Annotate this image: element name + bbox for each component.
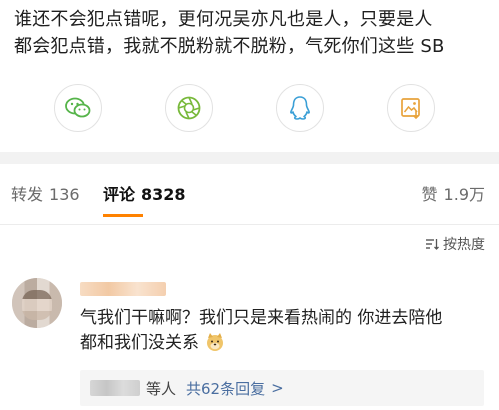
tab-like[interactable]: 赞 1.9万 xyxy=(422,184,485,206)
qq-icon xyxy=(290,96,310,120)
view-replies-button[interactable]: 等人 共62条回复 > xyxy=(80,370,484,406)
sort-by-hot-button[interactable]: 按热度 xyxy=(425,234,485,254)
tab-like-count: 1.9万 xyxy=(443,185,485,204)
comment-text-line: 气我们干嘛啊？我们只是来看热闹的 你进去陪他 xyxy=(80,308,443,328)
share-row xyxy=(0,84,499,132)
reply-count: 共62条回复 xyxy=(186,379,266,398)
comment-text-line: 都和我们没关系 xyxy=(80,333,199,353)
reply-text: 等人 xyxy=(146,379,177,398)
post-text-line: 谁还不会犯点错呢，更何况吴亦凡也是人，只要是人 xyxy=(14,9,433,30)
avatar[interactable] xyxy=(12,278,62,328)
share-save-image-button[interactable] xyxy=(387,84,435,132)
tab-repost[interactable]: 转发 136 xyxy=(11,184,80,206)
chevron-right-icon: > xyxy=(271,379,284,397)
tab-repost-count: 136 xyxy=(49,185,80,204)
share-moments-button[interactable] xyxy=(165,84,213,132)
sort-icon xyxy=(426,239,439,250)
commenter-name-redacted[interactable] xyxy=(80,282,166,296)
tab-like-label: 赞 xyxy=(421,185,438,204)
interaction-tabs: 转发 136 评论 8328 赞 1.9万 xyxy=(0,164,499,224)
comment-text: 气我们干嘛啊？我们只是来看热闹的 你进去陪他 都和我们没关系 xyxy=(80,306,480,356)
tab-comment-label: 评论 xyxy=(103,185,136,204)
tab-comment[interactable]: 评论 8328 xyxy=(103,184,186,206)
share-qq-button[interactable] xyxy=(276,84,324,132)
post-text: 谁还不会犯点错呢，更何况吴亦凡也是人，只要是人 都会犯点错，我就不脱粉就不脱粉，… xyxy=(14,6,492,60)
wechat-icon xyxy=(65,97,91,118)
comment-item: 气我们干嘛啊？我们只是来看热闹的 你进去陪他 都和我们没关系 等人 共62条回复… xyxy=(0,262,499,410)
share-wechat-button[interactable] xyxy=(54,84,102,132)
tabs-bottom-border xyxy=(0,224,499,225)
replier-names-redacted xyxy=(90,380,140,396)
save-image-icon xyxy=(401,98,420,120)
post-text-line: 都会犯点错，我就不脱粉就不脱粉，气死你们这些 SB xyxy=(14,36,445,57)
tab-comment-count: 8328 xyxy=(141,185,186,204)
tab-repost-label: 转发 xyxy=(11,185,44,204)
sort-label: 按热度 xyxy=(443,237,485,253)
section-divider xyxy=(0,152,499,164)
moments-icon xyxy=(177,96,201,120)
active-tab-indicator xyxy=(103,214,143,217)
doge-emoji-icon xyxy=(207,333,223,351)
